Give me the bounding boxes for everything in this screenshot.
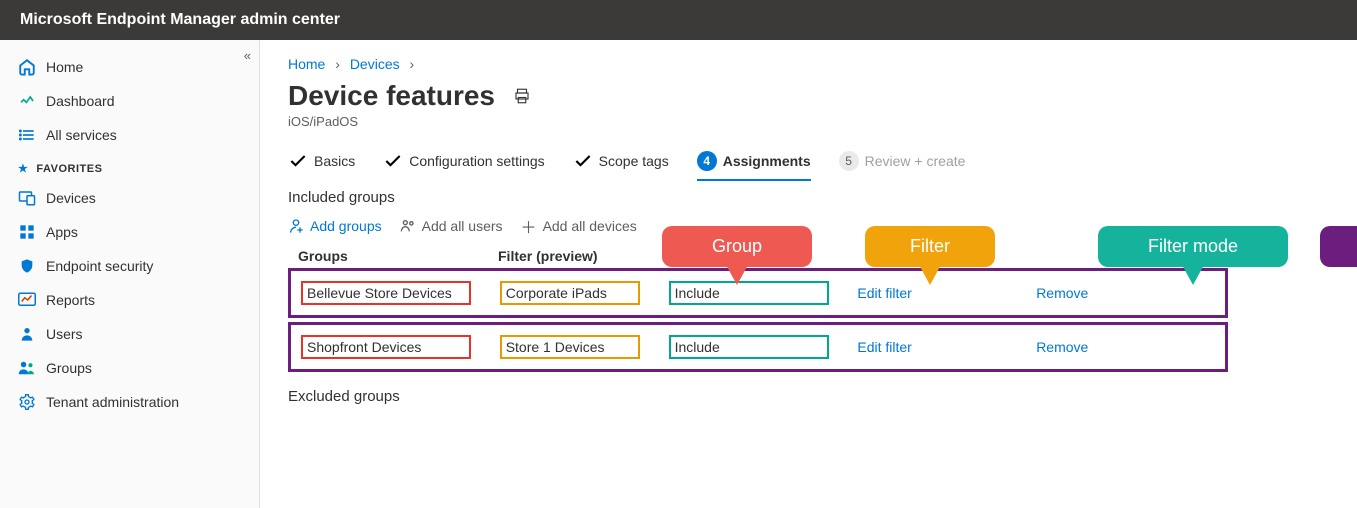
excluded-groups-label: Excluded groups <box>288 388 1329 405</box>
sidebar-item-home[interactable]: Home <box>0 50 259 84</box>
home-icon <box>18 58 36 76</box>
sidebar-item-tenant-admin[interactable]: Tenant administration <box>0 385 259 419</box>
shield-icon <box>18 257 36 275</box>
add-groups-button[interactable]: Add groups <box>288 214 382 238</box>
sidebar-collapse-icon[interactable]: « <box>244 48 251 63</box>
step-assignments[interactable]: 4 Assignments <box>697 151 811 171</box>
step-number: 5 <box>839 151 859 171</box>
step-label: Review + create <box>865 153 966 169</box>
gear-icon <box>18 393 36 411</box>
sidebar-item-label: Endpoint security <box>46 258 153 274</box>
callout-group: Group <box>662 226 812 267</box>
devices-icon <box>18 189 36 207</box>
page-title: Device features <box>288 80 495 112</box>
step-label: Assignments <box>723 153 811 169</box>
favorites-label: FAVORITES <box>36 163 102 175</box>
app-title: Microsoft Endpoint Manager admin center <box>20 11 340 29</box>
edit-filter-link[interactable]: Edit filter <box>857 339 911 355</box>
plus-icon: ＋ <box>521 214 537 238</box>
chevron-right-icon: › <box>410 56 415 72</box>
cell-filter: Store 1 Devices <box>500 335 640 359</box>
callout-filter-mode: Filter mode <box>1098 226 1288 267</box>
sidebar-item-reports[interactable]: Reports <box>0 283 259 317</box>
sidebar-item-label: All services <box>46 127 117 143</box>
breadcrumb: Home › Devices › <box>288 56 1329 72</box>
page-subtitle: iOS/iPadOS <box>288 114 1329 129</box>
sidebar-item-dashboard[interactable]: Dashboard <box>0 84 259 118</box>
step-scope-tags[interactable]: Scope tags <box>573 151 669 171</box>
step-label: Basics <box>314 153 355 169</box>
user-icon <box>18 325 36 343</box>
wizard-steps: Basics Configuration settings Scope tags… <box>288 151 1329 171</box>
step-label: Scope tags <box>599 153 669 169</box>
list-icon <box>18 126 36 144</box>
dashboard-icon <box>18 92 36 110</box>
sidebar-item-label: Groups <box>46 360 92 376</box>
table-row: Bellevue Store Devices Corporate iPads I… <box>288 268 1228 318</box>
main-content: Home › Devices › Device features iOS/iPa… <box>260 40 1357 508</box>
breadcrumb-home[interactable]: Home <box>288 56 325 72</box>
cell-filter: Corporate iPads <box>500 281 640 305</box>
step-review[interactable]: 5 Review + create <box>839 151 966 171</box>
sidebar-item-users[interactable]: Users <box>0 317 259 351</box>
groups-icon <box>18 359 36 377</box>
reports-icon <box>18 291 36 309</box>
check-icon <box>383 151 403 171</box>
step-basics[interactable]: Basics <box>288 151 355 171</box>
sidebar-item-groups[interactable]: Groups <box>0 351 259 385</box>
sidebar-item-all-services[interactable]: All services <box>0 118 259 152</box>
table-row: Shopfront Devices Store 1 Devices Includ… <box>288 322 1228 372</box>
add-person-icon <box>288 218 304 234</box>
action-label: Add all devices <box>543 218 637 234</box>
sidebar-item-label: Users <box>46 326 83 342</box>
action-label: Add all users <box>422 218 503 234</box>
column-groups: Groups <box>298 248 498 264</box>
cell-filter-mode: Include <box>669 335 829 359</box>
sidebar-item-label: Tenant administration <box>46 394 179 410</box>
apps-icon <box>18 223 36 241</box>
cell-group: Shopfront Devices <box>301 335 471 359</box>
print-button[interactable] <box>509 83 535 109</box>
people-icon <box>400 218 416 234</box>
sidebar-item-devices[interactable]: Devices <box>0 181 259 215</box>
add-all-users-button[interactable]: Add all users <box>400 214 503 238</box>
app-header: Microsoft Endpoint Manager admin center <box>0 0 1357 40</box>
callout-assignment: Assignment <box>1320 226 1357 267</box>
action-label: Add groups <box>310 218 382 234</box>
included-groups-label: Included groups <box>288 189 1329 206</box>
add-all-devices-button[interactable]: ＋ Add all devices <box>521 214 637 238</box>
print-icon <box>513 87 531 105</box>
callout-filter: Filter <box>865 226 995 267</box>
sidebar-item-label: Reports <box>46 292 95 308</box>
remove-link[interactable]: Remove <box>1036 285 1088 301</box>
check-icon <box>573 151 593 171</box>
chevron-right-icon: › <box>335 56 340 72</box>
star-icon: ★ <box>18 162 28 175</box>
edit-filter-link[interactable]: Edit filter <box>857 285 911 301</box>
check-icon <box>288 151 308 171</box>
sidebar-item-label: Dashboard <box>46 93 115 109</box>
sidebar-item-endpoint-security[interactable]: Endpoint security <box>0 249 259 283</box>
favorites-header: ★ FAVORITES <box>0 152 259 181</box>
step-configuration[interactable]: Configuration settings <box>383 151 544 171</box>
sidebar-item-apps[interactable]: Apps <box>0 215 259 249</box>
step-label: Configuration settings <box>409 153 544 169</box>
remove-link[interactable]: Remove <box>1036 339 1088 355</box>
sidebar: « Home Dashboard All services ★ FAVORITE… <box>0 40 260 508</box>
column-filter: Filter (preview) <box>498 248 668 264</box>
cell-group: Bellevue Store Devices <box>301 281 471 305</box>
step-number: 4 <box>697 151 717 171</box>
breadcrumb-devices[interactable]: Devices <box>350 56 400 72</box>
sidebar-item-label: Apps <box>46 224 78 240</box>
sidebar-item-label: Devices <box>46 190 96 206</box>
sidebar-item-label: Home <box>46 59 83 75</box>
